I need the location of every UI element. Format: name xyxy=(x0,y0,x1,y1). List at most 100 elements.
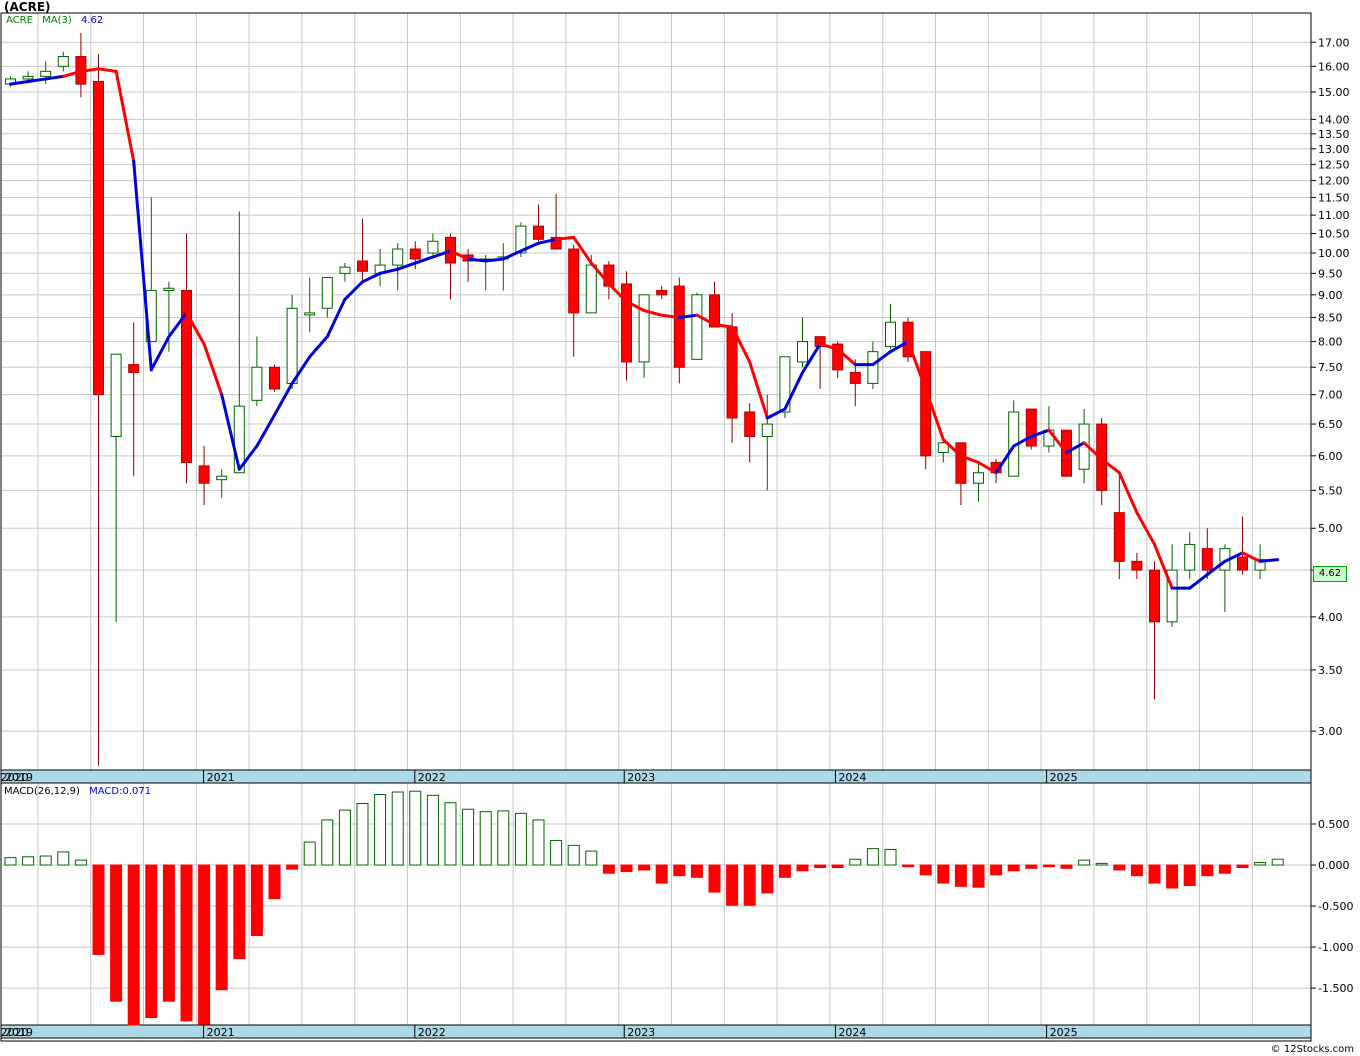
year-label: 2022 xyxy=(418,1026,446,1039)
macd-bar xyxy=(497,810,510,866)
ma3-segment xyxy=(466,257,488,263)
price-tick-label: 3.50 xyxy=(1318,664,1343,677)
price-tick-label: 13.00 xyxy=(1318,143,1350,156)
year-label: 2025 xyxy=(1050,1026,1078,1039)
macd-bar xyxy=(409,790,422,866)
macd-bar xyxy=(1042,864,1055,868)
macd-bar xyxy=(778,864,791,878)
macd-bar xyxy=(972,864,985,888)
macd-bar xyxy=(462,808,475,866)
macd-bar xyxy=(849,858,862,866)
macd-tick-label: -0.500 xyxy=(1318,900,1353,913)
candle-body xyxy=(656,289,668,296)
macd-panel-frame xyxy=(0,782,1312,1042)
macd-bar xyxy=(655,864,668,884)
macd-bar xyxy=(1271,858,1284,866)
candle-body xyxy=(1131,560,1143,571)
macd-legend: MACD(26,12,9) MACD:0.071 xyxy=(4,786,151,797)
price-tick-label: 6.00 xyxy=(1318,450,1343,463)
legend-ma-value: 4.62 xyxy=(80,15,104,26)
macd-bar xyxy=(22,856,35,866)
candle-body xyxy=(22,75,34,80)
legend-ma-label: MA(3) xyxy=(42,15,72,26)
price-tick-label: 7.00 xyxy=(1318,389,1343,402)
ma3-segment xyxy=(202,342,224,397)
price-tick-label: 9.50 xyxy=(1318,267,1343,280)
macd-tick-label: -1.000 xyxy=(1318,941,1353,954)
macd-bar xyxy=(550,839,563,866)
macd-bar xyxy=(92,864,105,955)
macd-y-axis: 0.500 0.000 -0.500 -1.000 -1.500 xyxy=(1311,818,1353,995)
macd-bar xyxy=(1095,862,1108,866)
macd-bar xyxy=(831,864,844,868)
ma3-segment xyxy=(114,69,136,163)
macd-bar xyxy=(514,812,527,866)
macd-bar xyxy=(198,864,211,1025)
macd-bar xyxy=(796,864,809,872)
candle-body xyxy=(849,372,861,384)
macd-bar xyxy=(356,803,369,866)
year-label: 2025 xyxy=(1050,771,1078,784)
candle-body xyxy=(955,442,967,484)
macd-bar xyxy=(902,864,915,868)
ma3-segment xyxy=(361,271,382,284)
macd-bar xyxy=(1078,859,1091,866)
candle-body xyxy=(110,353,122,437)
ma3-segment xyxy=(1258,558,1280,563)
candle-body xyxy=(691,294,703,360)
candle-body xyxy=(1113,512,1125,562)
price-tick-label: 12.00 xyxy=(1318,175,1350,188)
ma3-segment xyxy=(132,159,153,372)
macd-bar xyxy=(303,841,316,866)
macd-bar xyxy=(39,855,52,866)
macd-bar xyxy=(4,857,17,866)
macd-bar xyxy=(250,864,263,937)
macd-bar xyxy=(954,864,967,887)
price-tick-label: 11.00 xyxy=(1318,209,1350,222)
macd-bar xyxy=(233,864,246,960)
candle-body xyxy=(761,423,773,437)
macd-bar xyxy=(127,864,140,1026)
candle-body xyxy=(585,264,597,314)
ma3-segment xyxy=(97,67,118,73)
candle-body xyxy=(1149,569,1160,623)
macd-bar xyxy=(1113,864,1126,871)
site-credit: © 12Stocks.com xyxy=(1270,1044,1354,1055)
candle-body xyxy=(744,411,756,437)
macd-bar xyxy=(1201,864,1214,877)
candlestick-series xyxy=(5,33,1266,766)
ma3-segment xyxy=(343,280,364,301)
candle-body xyxy=(304,312,316,316)
price-tick-label: 9.00 xyxy=(1318,289,1343,302)
macd-timeline-band: 20192020 2021 2022 2023 2024 2025 xyxy=(0,1024,1312,1039)
ma3-segment xyxy=(255,413,276,448)
macd-bar xyxy=(215,864,228,991)
candle-body xyxy=(1237,556,1248,571)
macd-bar xyxy=(1148,864,1161,884)
macd-bar xyxy=(74,859,87,866)
candle-body xyxy=(286,307,298,384)
macd-bar xyxy=(338,809,351,866)
price-tick-label: 17.00 xyxy=(1318,36,1350,49)
macd-bar xyxy=(726,864,739,906)
ma3-segment xyxy=(1117,471,1139,515)
candle-body xyxy=(216,475,228,481)
candle-body xyxy=(1201,548,1213,571)
macd-bar xyxy=(1166,864,1179,889)
macd-bar xyxy=(1060,864,1073,869)
macd-bar xyxy=(180,864,193,1022)
ma3-segment xyxy=(1188,573,1209,590)
ma3-segment xyxy=(765,407,787,420)
price-gridlines xyxy=(1,13,1311,770)
price-tick-label: 8.00 xyxy=(1318,336,1343,349)
candle-body xyxy=(251,366,263,401)
macd-bar xyxy=(57,851,70,866)
year-label: 2024 xyxy=(838,771,866,784)
price-tick-label: 14.00 xyxy=(1318,113,1350,126)
price-y-axis: 3.003.504.004.505.005.506.006.507.007.50… xyxy=(1311,36,1350,738)
ma3-segment xyxy=(484,257,505,263)
price-panel-frame xyxy=(0,12,1312,784)
last-price-badge: 4.62 xyxy=(1313,566,1347,582)
candle-body xyxy=(726,326,738,419)
year-label: 2021 xyxy=(207,771,235,784)
